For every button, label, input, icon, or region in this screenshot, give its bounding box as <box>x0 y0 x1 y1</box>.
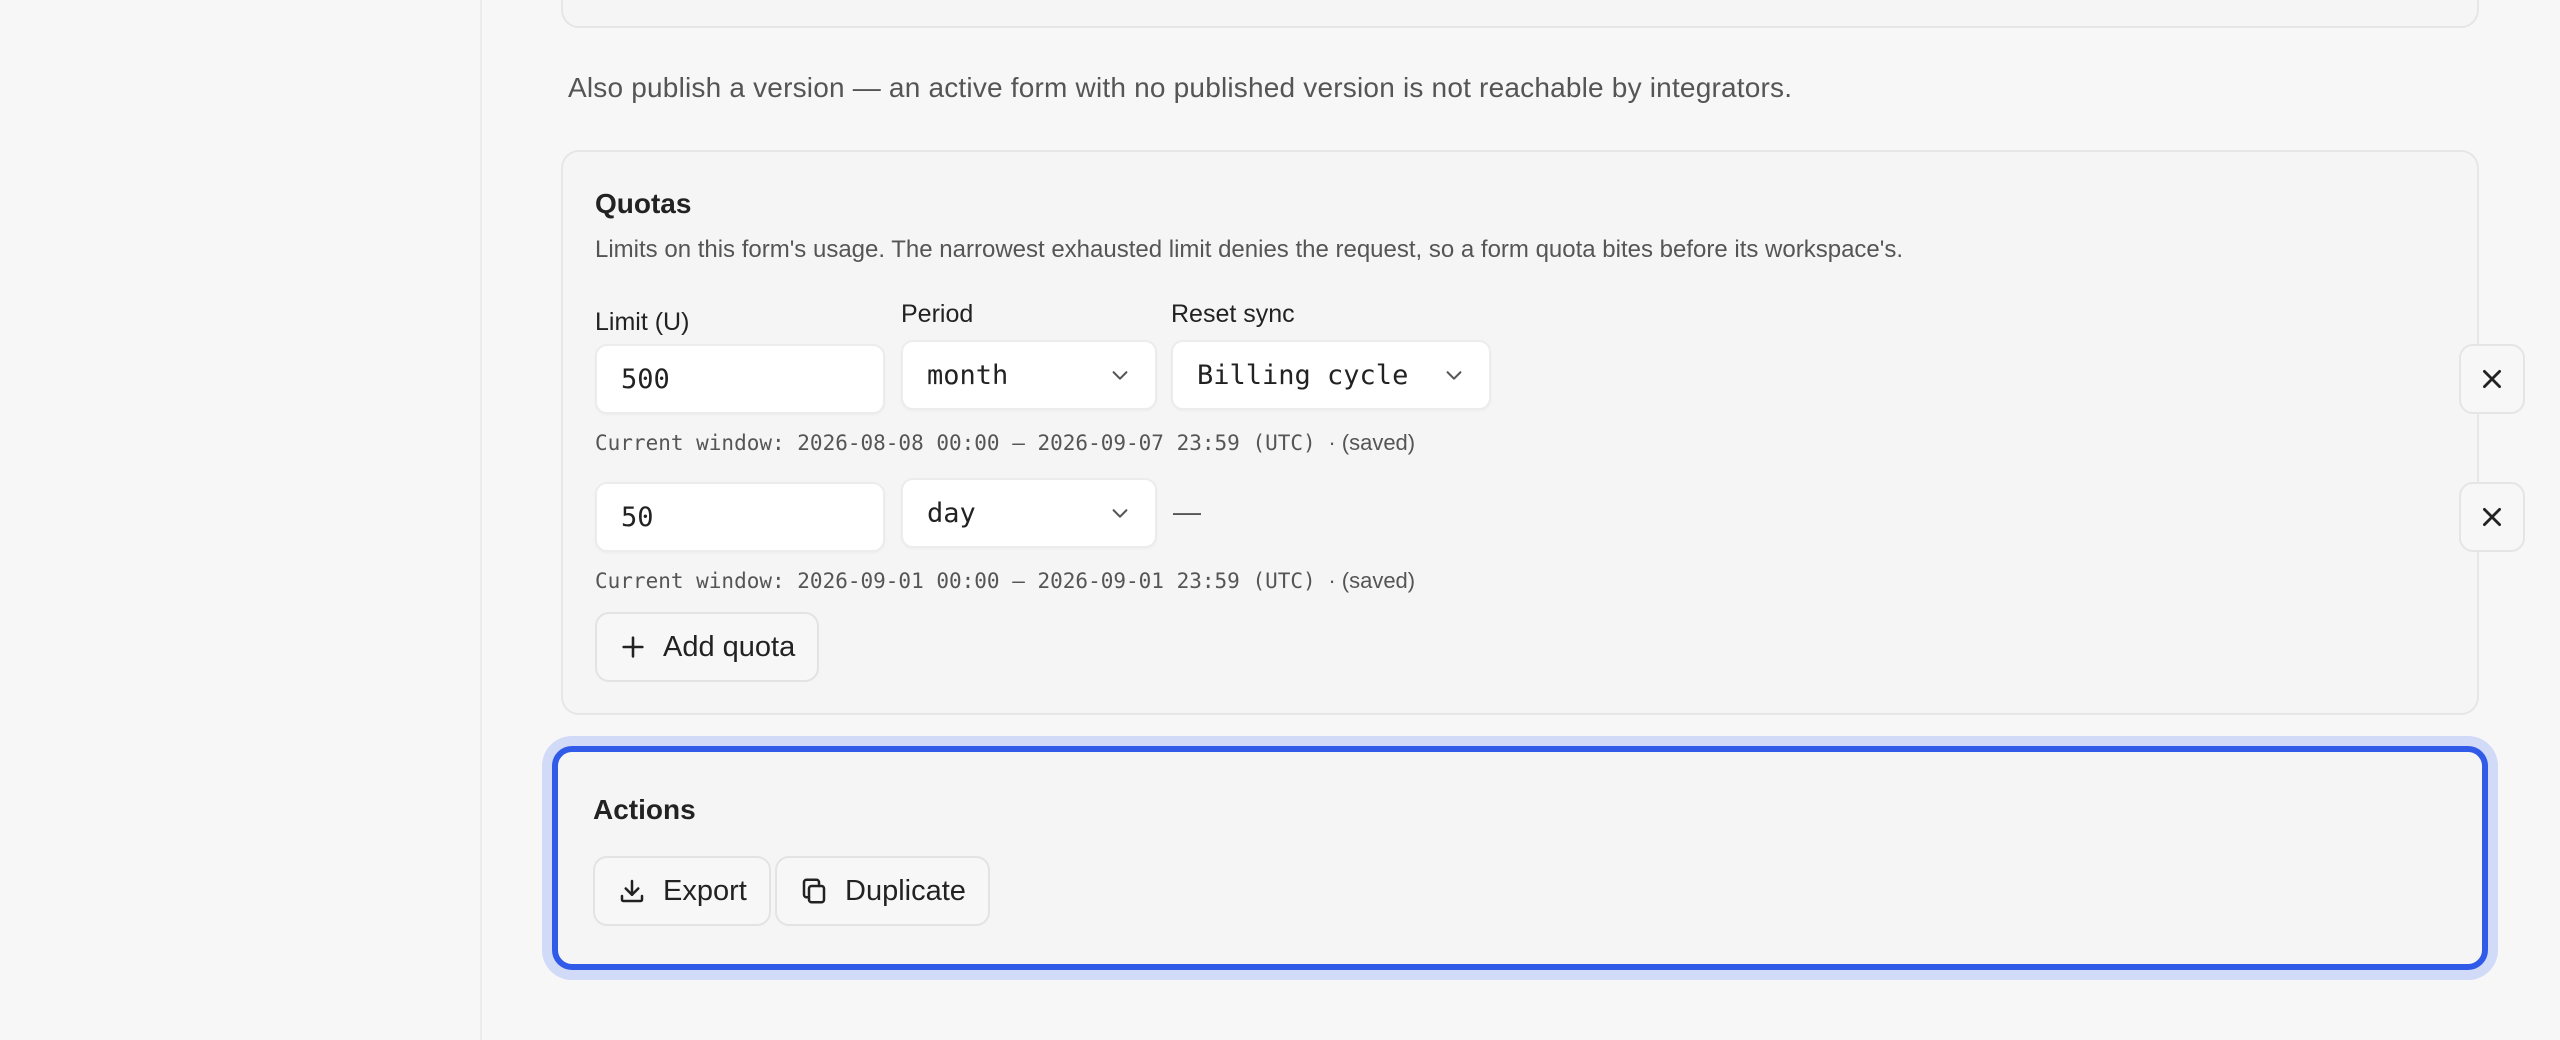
quota-saved-status: · (saved) <box>1328 568 1416 593</box>
quota-limit-value: 500 <box>621 363 670 395</box>
period-label: Period <box>901 300 974 328</box>
quota-window-info: Current window: 2026-09-01 00:00 – 2026-… <box>595 568 1415 594</box>
quota-reset-sync-value: Billing cycle <box>1197 359 1409 391</box>
export-label: Export <box>663 874 747 907</box>
quota-window-info: Current window: 2026-08-08 00:00 – 2026-… <box>595 430 1415 456</box>
quota-reset-sync-empty: — <box>1173 496 1201 527</box>
limit-label: Limit (U) <box>595 308 690 336</box>
close-icon <box>2483 370 2501 388</box>
quota-saved-status: · (saved) <box>1328 430 1416 455</box>
quota-period-select[interactable]: month <box>901 340 1157 410</box>
quotas-title: Quotas <box>595 188 692 219</box>
quota-window-text: Current window: 2026-09-01 00:00 – 2026-… <box>595 569 1316 593</box>
actions-title: Actions <box>593 794 696 825</box>
quotas-description: Limits on this form's usage. The narrowe… <box>595 236 1904 263</box>
quota-period-select[interactable]: day <box>901 478 1157 548</box>
reset-sync-label: Reset sync <box>1171 300 1295 328</box>
copy-icon <box>802 878 826 904</box>
main-content: Also publish a version — an active form … <box>484 0 2560 1040</box>
quota-period-value: day <box>927 497 976 529</box>
previous-section-card <box>561 0 2479 28</box>
add-quota-button[interactable]: Add quota <box>595 612 820 682</box>
actions-card: Actions Export Duplicate <box>552 746 2488 970</box>
quota-limit-input[interactable]: 500 <box>595 344 885 414</box>
publish-version-note: Also publish a version — an active form … <box>568 72 1793 103</box>
plus-icon <box>622 636 644 658</box>
sidebar <box>0 0 482 1040</box>
quota-period-value: month <box>927 359 1009 391</box>
quota-window-text: Current window: 2026-08-08 00:00 – 2026-… <box>595 431 1316 455</box>
export-button[interactable]: Export <box>593 856 771 926</box>
duplicate-label: Duplicate <box>845 874 966 907</box>
chevron-down-icon <box>1112 371 1128 380</box>
quotas-card: Quotas Limits on this form's usage. The … <box>561 150 2525 715</box>
chevron-down-icon <box>1112 509 1128 518</box>
remove-quota-button[interactable] <box>2459 344 2525 414</box>
quota-reset-sync-select[interactable]: Billing cycle <box>1171 340 1491 410</box>
remove-quota-button[interactable] <box>2459 482 2525 552</box>
download-icon <box>620 879 644 903</box>
quota-limit-input[interactable]: 50 <box>595 482 885 552</box>
duplicate-button[interactable]: Duplicate <box>775 856 990 926</box>
quota-limit-value: 50 <box>621 501 654 533</box>
chevron-down-icon <box>1446 371 1462 380</box>
close-icon <box>2483 508 2501 526</box>
add-quota-label: Add quota <box>663 630 796 663</box>
